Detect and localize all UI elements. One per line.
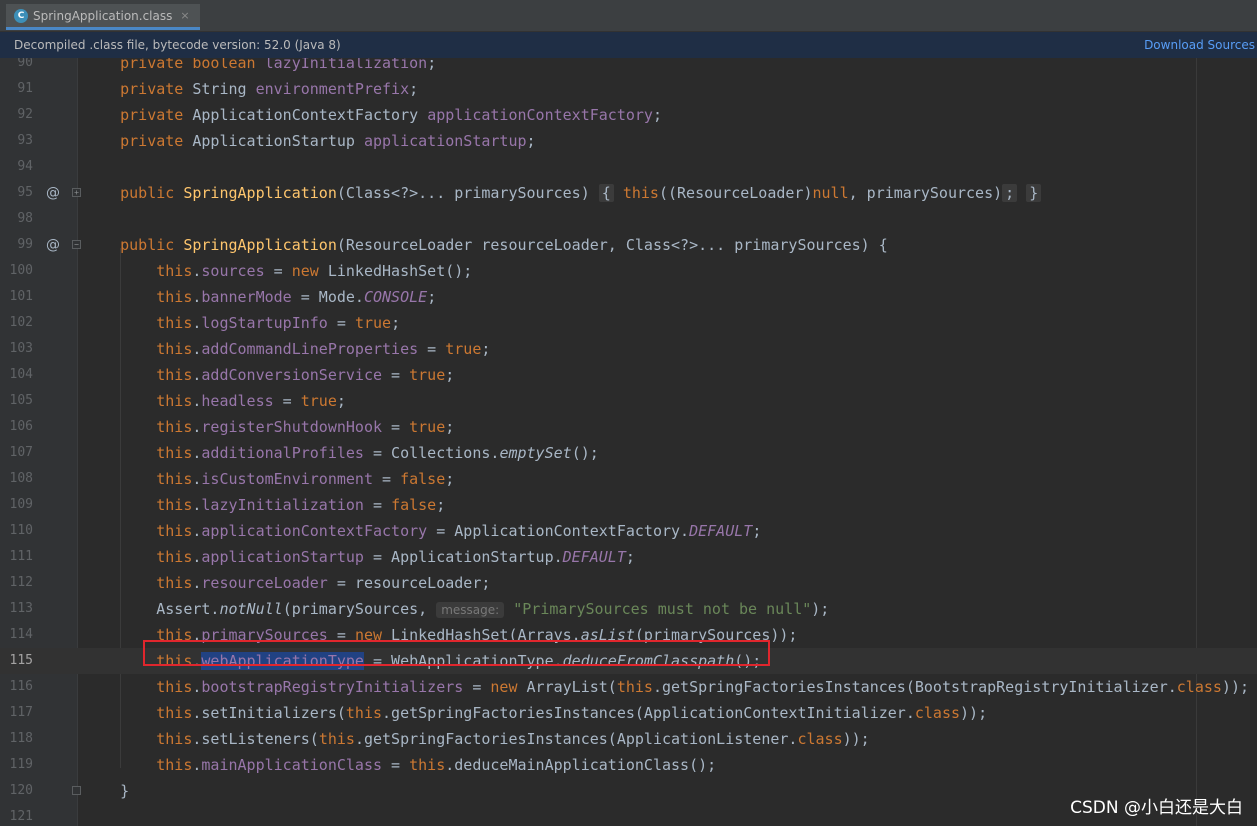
code-line[interactable]: 111 this.applicationStartup = Applicatio… xyxy=(0,544,1257,570)
code-line[interactable]: 101 this.bannerMode = Mode.CONSOLE; xyxy=(0,284,1257,310)
code-text: public SpringApplication(ResourceLoader … xyxy=(120,236,888,254)
code-text: this.mainApplicationClass = this.deduceM… xyxy=(156,756,717,774)
line-number: 114 xyxy=(9,627,33,642)
line-number: 118 xyxy=(9,731,33,746)
line-number: 106 xyxy=(9,419,33,434)
line-number: 95 xyxy=(17,185,33,200)
code-text: this.isCustomEnvironment = false; xyxy=(156,470,455,488)
editor-tab-bar: C SpringApplication.class × xyxy=(0,0,1257,32)
highlight-box xyxy=(143,640,770,666)
code-text: this.registerShutdownHook = true; xyxy=(156,418,455,436)
override-marker-icon[interactable]: @ xyxy=(46,180,60,206)
fold-icon[interactable]: + xyxy=(72,188,81,197)
code-line[interactable]: 118 this.setListeners(this.getSpringFact… xyxy=(0,726,1257,752)
line-number: 111 xyxy=(9,549,33,564)
code-line[interactable]: 121 xyxy=(0,804,1257,826)
line-number: 108 xyxy=(9,471,33,486)
code-line[interactable]: 99 @ − public SpringApplication(ResourceLo… xyxy=(0,232,1257,258)
code-text: this.setInitializers(this.getSpringFacto… xyxy=(156,704,988,722)
code-line[interactable]: 112 this.resourceLoader = resourceLoader… xyxy=(0,570,1257,596)
line-number: 115 xyxy=(0,648,33,674)
code-line[interactable]: 120 } xyxy=(0,778,1257,804)
line-number: 112 xyxy=(9,575,33,590)
code-text: Assert.notNull(primarySources, message: … xyxy=(84,600,830,618)
line-number: 116 xyxy=(9,679,33,694)
code-text: private String environmentPrefix; xyxy=(120,80,419,98)
line-number: 120 xyxy=(9,783,33,798)
code-line[interactable]: 110 this.applicationContextFactory = App… xyxy=(0,518,1257,544)
line-number: 113 xyxy=(9,601,33,616)
code-line[interactable]: 116 this.bootstrapRegistryInitializers =… xyxy=(0,674,1257,700)
watermark: CSDN @小白还是大白 xyxy=(1070,798,1243,818)
code-editor[interactable]: 90 private boolean lazyInitialization; 91… xyxy=(0,58,1257,826)
code-line[interactable]: 98 xyxy=(0,206,1257,232)
code-line[interactable]: 102 this.logStartupInfo = true; xyxy=(0,310,1257,336)
code-line[interactable]: 92 private ApplicationContextFactory app… xyxy=(0,102,1257,128)
code-line[interactable]: 93 private ApplicationStartup applicatio… xyxy=(0,128,1257,154)
line-number: 105 xyxy=(9,393,33,408)
code-text: this.applicationStartup = ApplicationSta… xyxy=(156,548,635,566)
code-line[interactable]: 106 this.registerShutdownHook = true; xyxy=(0,414,1257,440)
code-text: this.resourceLoader = resourceLoader; xyxy=(156,574,491,592)
code-line[interactable]: 103 this.addCommandLineProperties = true… xyxy=(0,336,1257,362)
code-text: } xyxy=(84,782,130,800)
code-line[interactable]: 94 xyxy=(0,154,1257,180)
code-line[interactable]: 95 @ + public SpringApplication(Class<?>..… xyxy=(0,180,1257,206)
code-text: this.applicationContextFactory = Applica… xyxy=(156,522,762,540)
code-line[interactable]: 100 this.sources = new LinkedHashSet(); xyxy=(0,258,1257,284)
line-number: 94 xyxy=(17,159,33,174)
fold-end-icon[interactable] xyxy=(72,786,81,795)
tab-title: SpringApplication.class xyxy=(33,8,173,23)
line-number: 100 xyxy=(9,263,33,278)
close-icon[interactable]: × xyxy=(180,9,189,22)
line-number: 91 xyxy=(17,81,33,96)
line-number: 90 xyxy=(17,58,33,70)
code-text: this.bootstrapRegistryInitializers = new… xyxy=(156,678,1250,696)
line-number: 110 xyxy=(9,523,33,538)
code-line[interactable]: 113 Assert.notNull(primarySources, messa… xyxy=(0,596,1257,622)
code-text: private boolean lazyInitialization; xyxy=(120,58,437,72)
code-text: private ApplicationStartup applicationSt… xyxy=(120,132,536,150)
fold-icon[interactable]: − xyxy=(72,240,81,249)
line-number: 103 xyxy=(9,341,33,356)
class-file-icon: C xyxy=(14,8,28,23)
code-line[interactable]: 105 this.headless = true; xyxy=(0,388,1257,414)
code-text: this.addCommandLineProperties = true; xyxy=(156,340,491,358)
code-line[interactable]: 104 this.addConversionService = true; xyxy=(0,362,1257,388)
override-marker-icon[interactable]: @ xyxy=(46,232,60,258)
code-text: this.lazyInitialization = false; xyxy=(156,496,446,514)
code-text: private ApplicationContextFactory applic… xyxy=(120,106,662,124)
code-text: this.setListeners(this.getSpringFactorie… xyxy=(156,730,870,748)
line-number: 101 xyxy=(9,289,33,304)
line-number: 98 xyxy=(17,211,33,226)
code-text: this.headless = true; xyxy=(156,392,346,410)
code-text: this.additionalProfiles = Collections.em… xyxy=(156,444,599,462)
banner-text: Decompiled .class file, bytecode version… xyxy=(14,38,341,52)
code-text: public SpringApplication(Class<?>... pri… xyxy=(84,180,1042,206)
line-number: 92 xyxy=(17,107,33,122)
line-number: 107 xyxy=(9,445,33,460)
code-line[interactable]: 107 this.additionalProfiles = Collection… xyxy=(0,440,1257,466)
code-text: this.bannerMode = Mode.CONSOLE; xyxy=(156,288,437,306)
code-text: this.addConversionService = true; xyxy=(156,366,455,384)
code-line[interactable]: 109 this.lazyInitialization = false; xyxy=(0,492,1257,518)
line-number: 119 xyxy=(9,757,33,772)
code-text: this.sources = new LinkedHashSet(); xyxy=(156,262,473,280)
code-line[interactable]: 108 this.isCustomEnvironment = false; xyxy=(0,466,1257,492)
line-number: 102 xyxy=(9,315,33,330)
line-number: 109 xyxy=(9,497,33,512)
download-sources-link[interactable]: Download Sources xyxy=(1144,38,1255,52)
tab-springapplication-class[interactable]: C SpringApplication.class × xyxy=(6,4,200,30)
line-number: 121 xyxy=(9,809,33,824)
code-line[interactable]: 117 this.setInitializers(this.getSpringF… xyxy=(0,700,1257,726)
decompiled-banner: Decompiled .class file, bytecode version… xyxy=(0,32,1257,58)
code-line[interactable]: 91 private String environmentPrefix; xyxy=(0,76,1257,102)
line-number: 117 xyxy=(9,705,33,720)
code-text: this.logStartupInfo = true; xyxy=(156,314,401,332)
line-number: 104 xyxy=(9,367,33,382)
line-number: 93 xyxy=(17,133,33,148)
line-number: 99 xyxy=(17,237,33,252)
code-line[interactable]: 90 private boolean lazyInitialization; xyxy=(0,58,1257,76)
code-line[interactable]: 119 this.mainApplicationClass = this.ded… xyxy=(0,752,1257,778)
